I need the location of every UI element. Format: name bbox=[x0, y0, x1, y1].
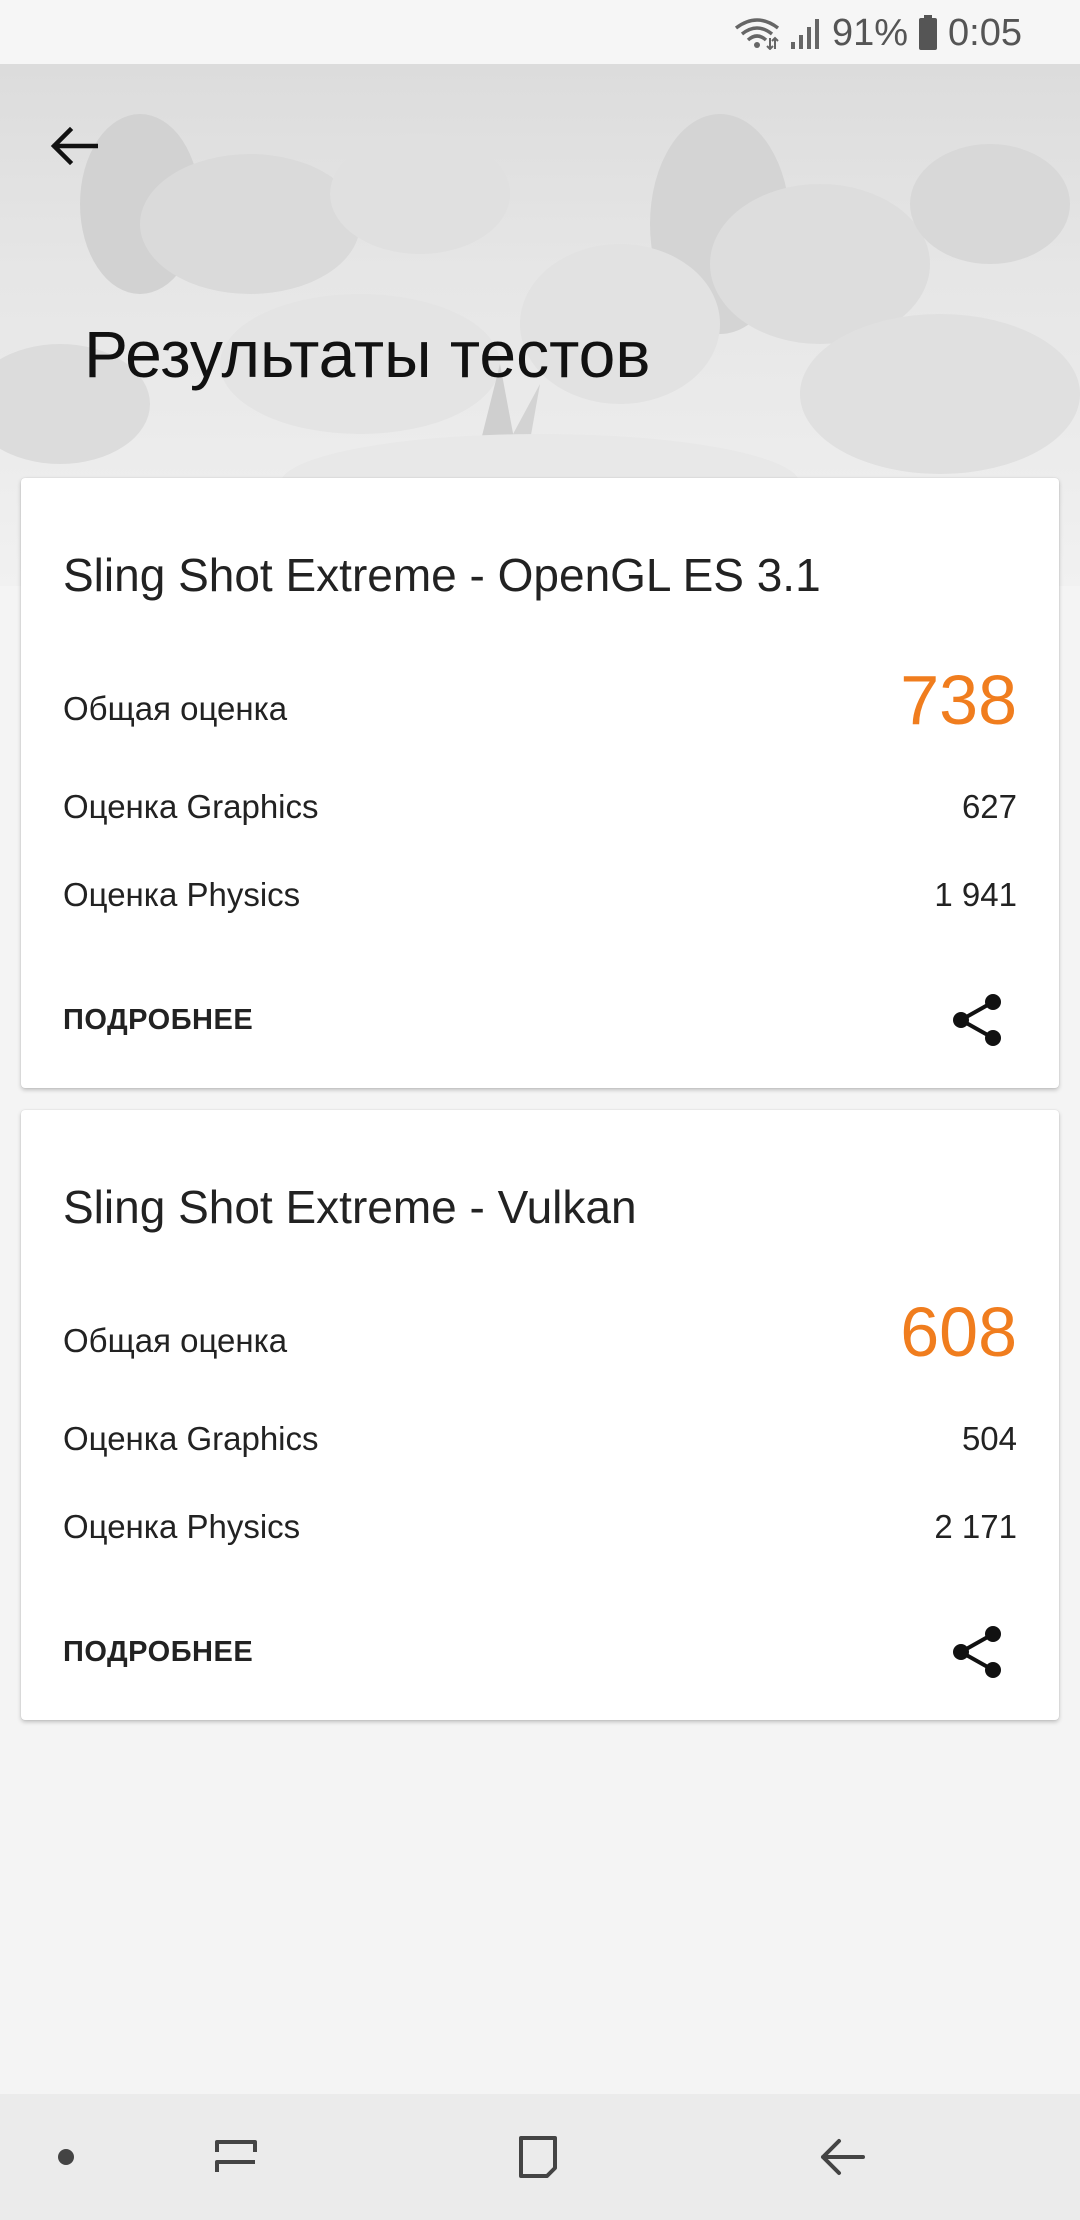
graphics-score-value: 504 bbox=[961, 1420, 1017, 1457]
status-icons: 91% 0:05 bbox=[734, 8, 1022, 58]
physics-score-label: Оценка Physics bbox=[63, 876, 301, 913]
share-icon bbox=[953, 1626, 1001, 1678]
graphics-score-label: Оценка Graphics bbox=[63, 788, 319, 825]
battery-percent: 91% bbox=[831, 11, 909, 54]
physics-score-value: 1 941 bbox=[934, 876, 1017, 913]
battery-icon bbox=[918, 15, 938, 51]
navigation-bar bbox=[0, 2094, 1080, 2220]
nav-dot-button[interactable] bbox=[36, 2127, 96, 2187]
nav-home-button[interactable] bbox=[508, 2127, 568, 2187]
graphics-score-label: Оценка Graphics bbox=[63, 1420, 319, 1457]
share-button[interactable] bbox=[945, 988, 1009, 1052]
back-button[interactable] bbox=[34, 106, 114, 186]
screen: 91% 0:05 Результаты тестов Sling Shot Ex… bbox=[0, 0, 1080, 2220]
overall-score-value: 738 bbox=[900, 661, 1017, 739]
signal-icon bbox=[790, 16, 822, 50]
share-icon bbox=[953, 994, 1001, 1046]
overall-score-label: Общая оценка bbox=[63, 1322, 288, 1359]
nav-recents-button[interactable] bbox=[206, 2127, 266, 2187]
result-card: Sling Shot Extreme - Vulkan Общая оценка… bbox=[21, 1110, 1059, 1720]
arrow-left-icon bbox=[50, 126, 98, 166]
home-icon bbox=[519, 2136, 557, 2178]
result-card-title: Sling Shot Extreme - OpenGL ES 3.1 bbox=[63, 549, 821, 601]
clock: 0:05 bbox=[948, 11, 1022, 54]
nav-back-button[interactable] bbox=[812, 2127, 872, 2187]
back-icon bbox=[821, 2139, 865, 2175]
recents-icon bbox=[215, 2140, 257, 2172]
dot-icon bbox=[58, 2149, 74, 2165]
share-button[interactable] bbox=[945, 1620, 1009, 1684]
details-button[interactable]: ПОДРОБНЕЕ bbox=[63, 1004, 253, 1037]
result-card-title: Sling Shot Extreme - Vulkan bbox=[63, 1181, 637, 1233]
graphics-score-value: 627 bbox=[961, 788, 1017, 825]
result-card: Sling Shot Extreme - OpenGL ES 3.1 Общая… bbox=[21, 478, 1059, 1088]
overall-score-value: 608 bbox=[900, 1293, 1017, 1371]
physics-score-value: 2 171 bbox=[934, 1508, 1017, 1545]
page-title: Результаты тестов bbox=[84, 317, 651, 391]
wifi-icon bbox=[734, 16, 780, 50]
overall-score-label: Общая оценка bbox=[63, 690, 288, 727]
status-bar: 91% 0:05 bbox=[0, 0, 1080, 64]
details-button[interactable]: ПОДРОБНЕЕ bbox=[63, 1636, 253, 1669]
physics-score-label: Оценка Physics bbox=[63, 1508, 301, 1545]
